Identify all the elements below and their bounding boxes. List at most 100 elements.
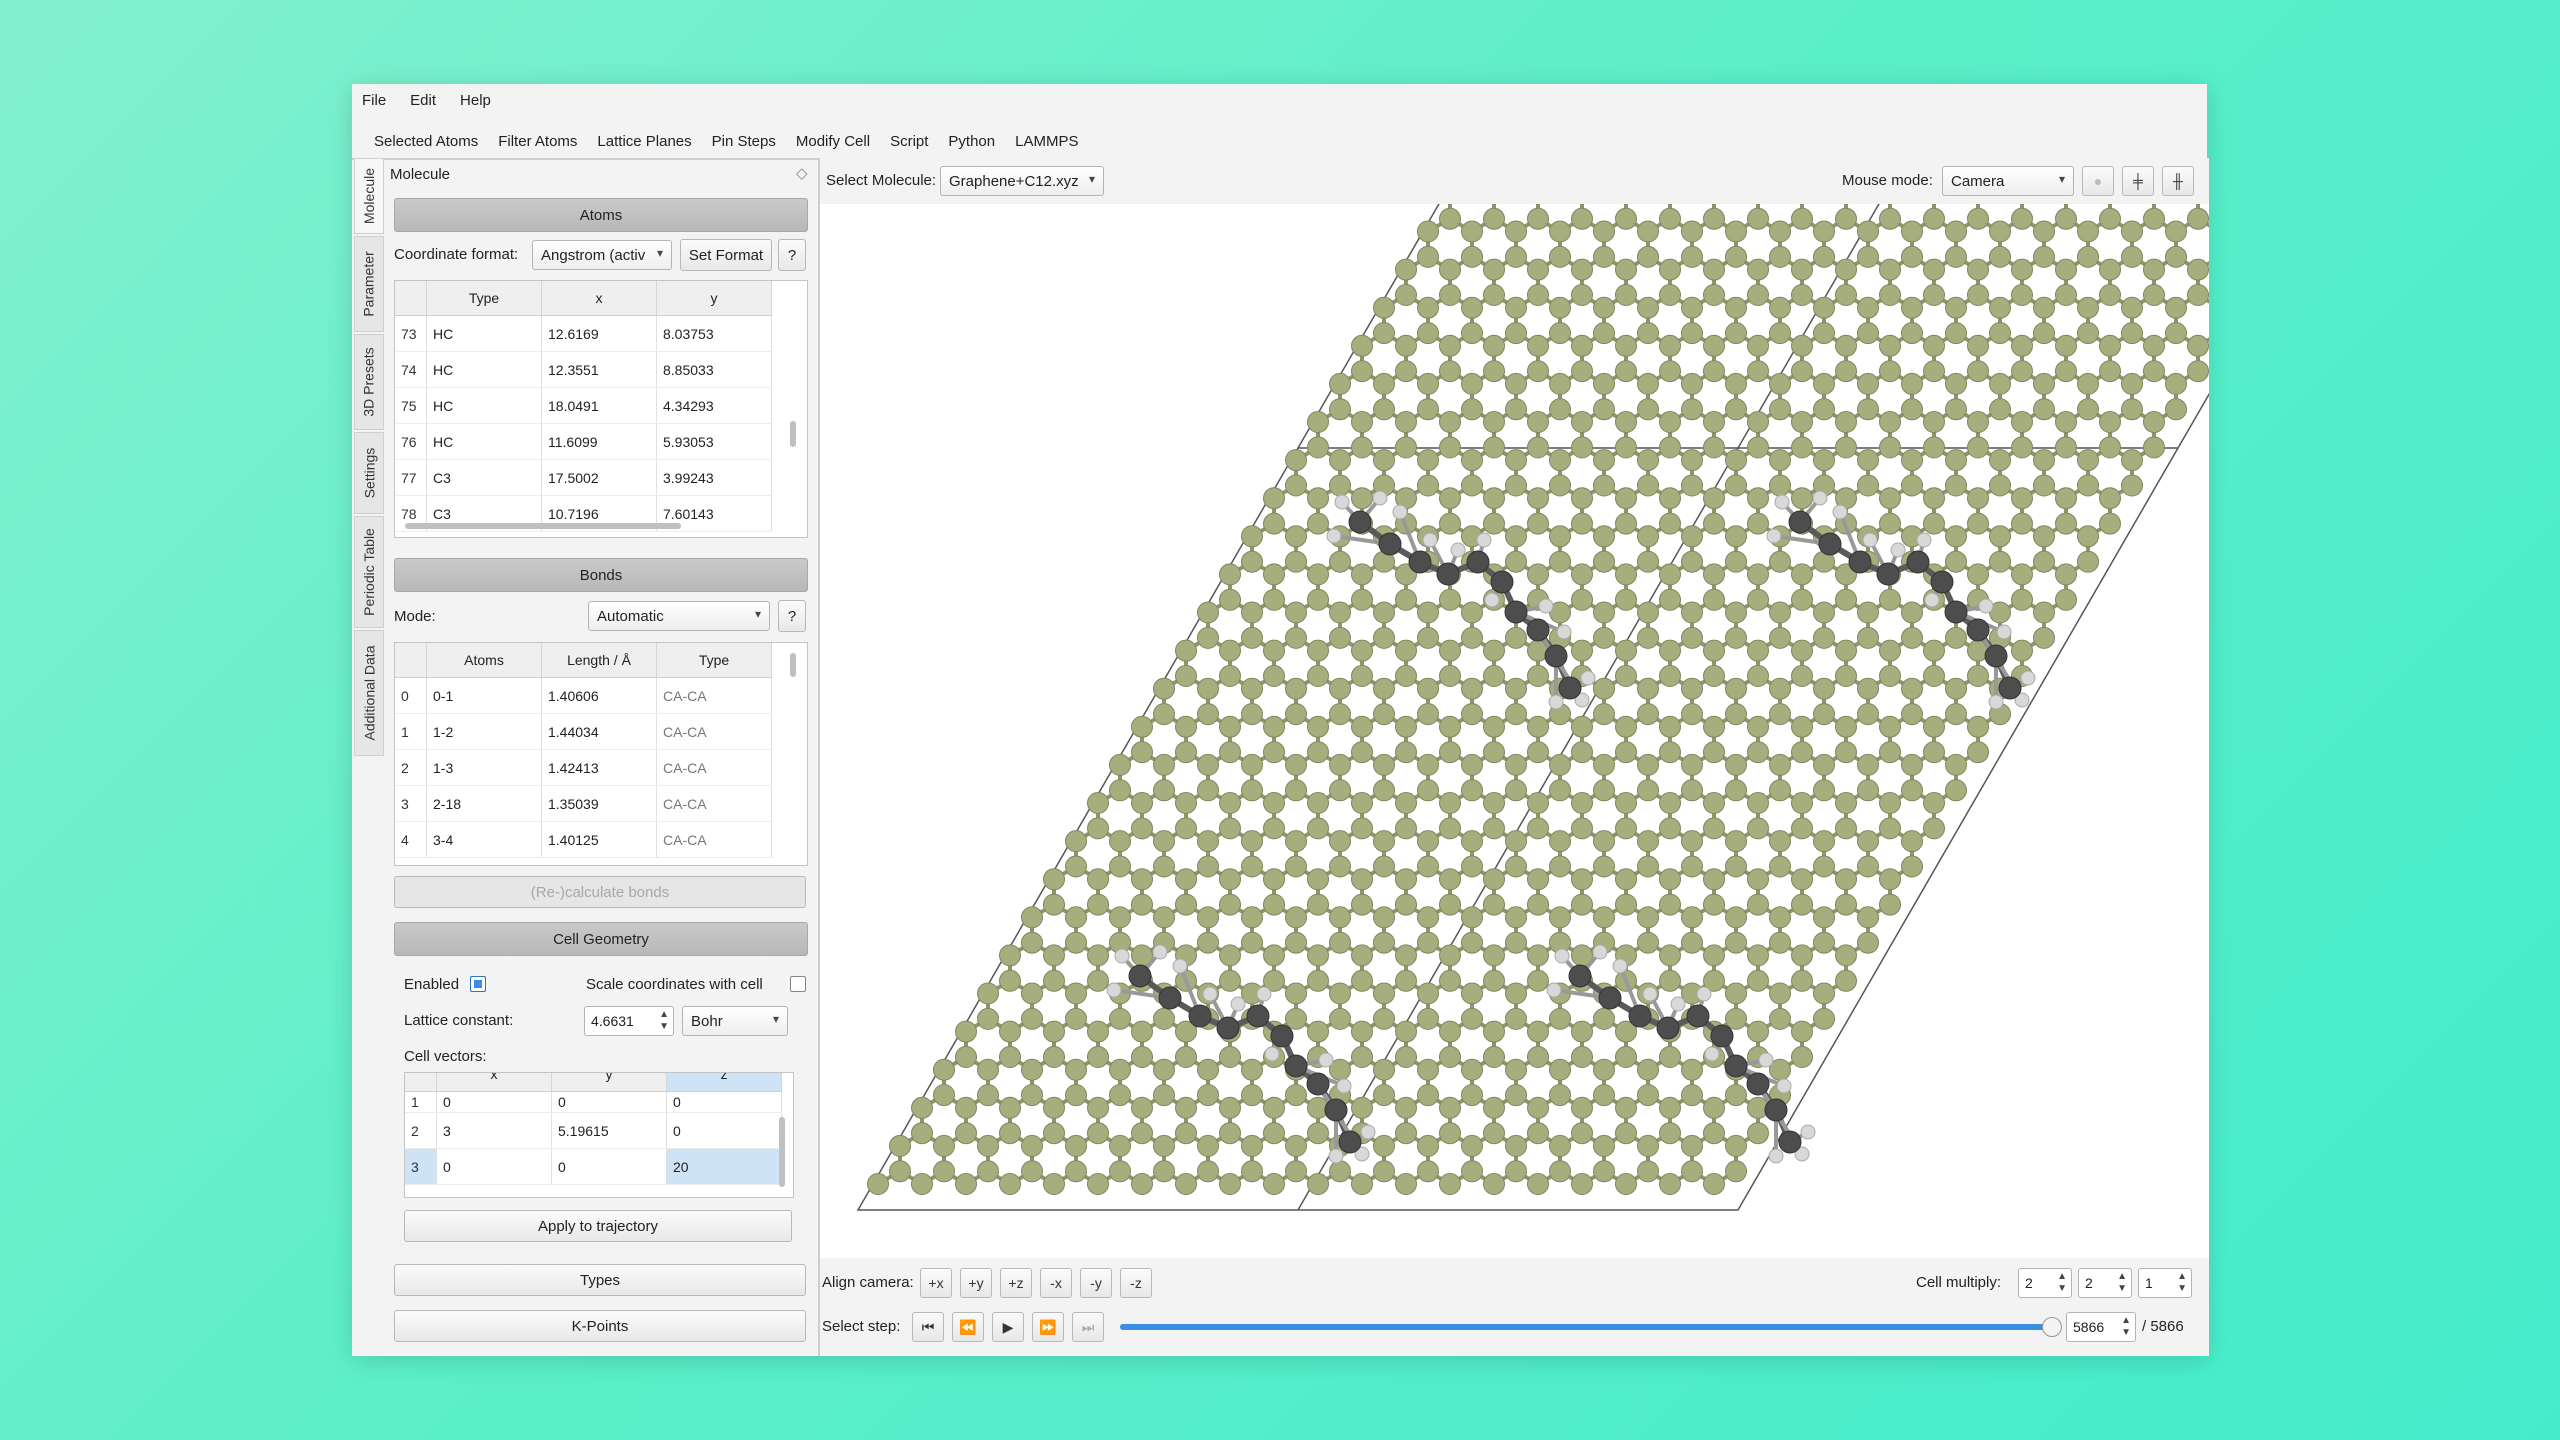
graphene-atom [2055,487,2077,510]
bonds-header[interactable]: Bonds [394,558,808,592]
split-horizontal-icon[interactable]: ╪ [2122,166,2154,196]
spin-arrows-icon[interactable]: ▲ ▼ [2121,1315,2131,1339]
molecule-scene[interactable] [820,0,2438,1258]
recalculate-bonds-button[interactable]: (Re-)calculate bonds [394,876,806,908]
side-tab-additional-data[interactable]: Additional Data [354,630,384,756]
record-icon[interactable]: ● [2082,166,2114,196]
atoms-col-x[interactable]: x [541,281,657,316]
step-input[interactable]: 5866 ▲ ▼ [2066,1312,2136,1342]
types-button[interactable]: Types [394,1264,806,1296]
spin-arrows-icon[interactable]: ▲ ▼ [2117,1271,2127,1295]
table-row[interactable]: 1000 [405,1091,782,1113]
align-plus-x-button[interactable]: +x [920,1268,952,1298]
step-back-icon[interactable]: ⏪ [952,1312,984,1342]
side-tab-parameter[interactable]: Parameter [354,236,384,332]
table-row[interactable]: 2 3 5.19615 0 [405,1112,782,1149]
side-tab-3d-presets[interactable]: 3D Presets [354,334,384,430]
align-minus-z-button[interactable]: -z [1120,1268,1152,1298]
table-row[interactable]: 2 1-3 1.42413 CA-CA [395,749,772,786]
mouse-mode-dropdown[interactable]: Camera ▾ [1942,166,2074,196]
graphene-atom [1835,258,1857,281]
atoms-header[interactable]: Atoms [394,198,808,232]
graphene-atom [1593,296,1615,319]
table-row[interactable]: 76 HC 11.6099 5.93053 [395,423,772,460]
cell-col-y[interactable]: y [551,1073,667,1092]
align-minus-y-button[interactable]: -y [1080,1268,1112,1298]
tab-python[interactable]: Python [948,133,995,150]
spin-arrows-icon[interactable]: ▲ ▼ [659,1009,669,1033]
bonds-col-type[interactable]: Type [656,643,772,678]
table-row[interactable]: 74 HC 12.3551 8.85033 [395,351,772,388]
cell-multiply-z[interactable]: 1 ▲ ▼ [2138,1268,2192,1298]
select-molecule-dropdown[interactable]: Graphene+C12.xyz ▾ [940,166,1104,196]
table-row[interactable]: 77 C3 17.5002 3.99243 [395,459,772,496]
cell-col-z[interactable]: z [666,1073,782,1092]
tab-script[interactable]: Script [890,133,928,150]
play-icon[interactable]: ▶ [992,1312,1024,1342]
tab-filter-atoms[interactable]: Filter Atoms [498,133,577,150]
graphene-atom [1087,1122,1109,1145]
coord-help-button[interactable]: ? [778,239,806,271]
side-tab-settings[interactable]: Settings [354,432,384,514]
menu-file[interactable]: File [362,92,386,109]
graphene-atom [2055,411,2077,433]
align-plus-z-button[interactable]: +z [1000,1268,1032,1298]
table-row[interactable]: 4 3-4 1.40125 CA-CA [395,821,772,858]
tab-lattice-planes[interactable]: Lattice Planes [597,133,691,150]
first-step-icon[interactable]: ⏮ [912,1312,944,1342]
tab-pin-steps[interactable]: Pin Steps [712,133,776,150]
spin-arrows-icon[interactable]: ▲ ▼ [2057,1271,2067,1295]
bonds-col-length[interactable]: Length / Å [541,643,657,678]
menu-edit[interactable]: Edit [410,92,436,109]
table-row[interactable]: 3 0 0 20 [405,1148,782,1185]
atoms-hscrollbar[interactable] [405,523,681,529]
tab-modify-cell[interactable]: Modify Cell [796,133,870,150]
cell-multiply-x[interactable]: 2 ▲ ▼ [2018,1268,2072,1298]
graphene-atom [1021,1007,1043,1030]
align-minus-x-button[interactable]: -x [1040,1268,1072,1298]
graphene-atom [2099,360,2121,383]
table-row[interactable]: 73 HC 12.6169 8.03753 [395,315,772,352]
graphene-atom [2099,487,2121,510]
tab-lammps[interactable]: LAMMPS [1015,133,1078,150]
apply-to-trajectory-button[interactable]: Apply to trajectory [404,1210,792,1242]
enabled-checkbox[interactable] [470,976,486,992]
step-slider-track[interactable] [1120,1317,2062,1337]
split-vertical-icon[interactable]: ╫ [2162,166,2194,196]
bonds-vscrollbar[interactable] [790,653,796,677]
k-points-button[interactable]: K-Points [394,1310,806,1342]
cell-vscrollbar[interactable] [779,1117,785,1187]
atoms-col-y[interactable]: y [656,281,772,316]
graphene-atom [2055,284,2077,306]
bond-mode-select[interactable]: Automatic ▾ [588,601,770,631]
scale-coordinates-checkbox[interactable] [790,976,806,992]
set-format-button[interactable]: Set Format [680,239,772,271]
step-slider-handle[interactable] [2042,1317,2062,1337]
table-row[interactable]: 3 2-18 1.35039 CA-CA [395,785,772,822]
coord-format-select[interactable]: Angstrom (activ ▾ [532,240,672,270]
cell-col-x[interactable]: x [436,1073,552,1092]
cell-multiply-y[interactable]: 2 ▲ ▼ [2078,1268,2132,1298]
menu-help[interactable]: Help [460,92,491,109]
table-row[interactable]: 0 0-1 1.40606 CA-CA [395,677,772,714]
float-icon[interactable]: ◇ [796,164,808,182]
bond-help-button[interactable]: ? [778,600,806,632]
bonds-col-atoms[interactable]: Atoms [426,643,542,678]
spin-arrows-icon[interactable]: ▲ ▼ [2177,1271,2187,1295]
atoms-vscrollbar[interactable] [790,421,796,447]
tab-selected-atoms[interactable]: Selected Atoms [374,133,478,150]
last-step-icon[interactable]: ⏭ [1072,1312,1104,1342]
cell-geometry-header[interactable]: Cell Geometry [394,922,808,956]
table-row[interactable]: 1 1-2 1.44034 CA-CA [395,713,772,750]
table-row[interactable]: 75 HC 18.0491 4.34293 [395,387,772,424]
lattice-constant-input[interactable]: 4.6631 ▲ ▼ [584,1006,674,1036]
step-forward-icon[interactable]: ⏩ [1032,1312,1064,1342]
graphene-atom [1615,715,1637,738]
lattice-unit-select[interactable]: Bohr ▾ [682,1006,788,1036]
side-tab-periodic-table[interactable]: Periodic Table [354,516,384,628]
3d-canvas[interactable] [820,0,2438,1258]
align-plus-y-button[interactable]: +y [960,1268,992,1298]
graphene-atom [1725,1160,1747,1183]
atoms-col-type[interactable]: Type [426,281,542,316]
side-tab-molecule[interactable]: Molecule [354,158,384,234]
